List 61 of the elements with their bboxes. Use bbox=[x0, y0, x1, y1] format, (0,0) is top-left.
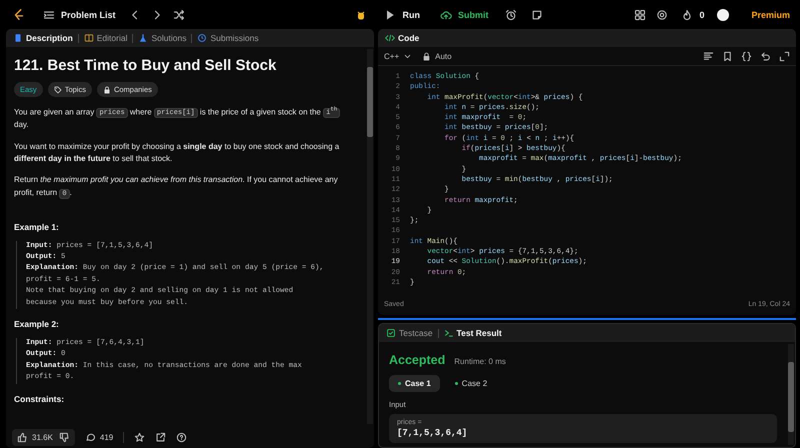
terminal-icon bbox=[444, 328, 454, 338]
share-icon[interactable] bbox=[155, 432, 166, 442]
expand-icon[interactable] bbox=[779, 50, 790, 62]
run-button[interactable]: Run bbox=[381, 6, 423, 22]
help-icon[interactable] bbox=[176, 432, 188, 442]
shuffle-icon[interactable] bbox=[172, 8, 185, 20]
logo-icon[interactable] bbox=[12, 8, 26, 22]
list-icon bbox=[43, 8, 55, 20]
streak-button[interactable]: 0 bbox=[678, 6, 708, 22]
runtime-text: Runtime: 0 ms bbox=[454, 357, 506, 366]
layout-icon[interactable] bbox=[634, 8, 646, 20]
problem-statement: You want to maximize your profit by choosing a single day to buy one stock and choosing a different day in the future to sell that stock. bbox=[14, 140, 340, 165]
flame-icon bbox=[681, 8, 694, 20]
verdict-text: Accepted bbox=[389, 353, 446, 367]
clock-icon bbox=[197, 33, 208, 43]
panel-tab[interactable]: Editorial bbox=[82, 31, 128, 45]
case-tab[interactable]: Case 1 bbox=[389, 375, 440, 392]
thumbs-down-icon[interactable] bbox=[58, 432, 70, 442]
comment-icon bbox=[84, 432, 96, 442]
tag-icon bbox=[54, 86, 62, 94]
panel-tab[interactable]: Solutions bbox=[137, 31, 188, 45]
flask-icon bbox=[138, 33, 148, 43]
resize-handle[interactable] bbox=[378, 318, 796, 320]
scrollbar[interactable] bbox=[367, 49, 373, 424]
language-dropdown[interactable]: C++ bbox=[384, 52, 412, 60]
cloud-upload-icon bbox=[440, 8, 452, 20]
avatar[interactable] bbox=[717, 8, 730, 20]
panel-tab[interactable]: Description bbox=[12, 31, 74, 45]
premium-link[interactable]: Premium bbox=[751, 10, 790, 20]
panel-tab[interactable]: Code bbox=[384, 31, 420, 45]
undo-icon[interactable] bbox=[760, 50, 771, 62]
book-icon bbox=[84, 33, 94, 43]
auto-mode-button[interactable]: Auto bbox=[422, 52, 452, 60]
braces-icon[interactable] bbox=[741, 50, 752, 62]
checkbox-icon bbox=[386, 328, 396, 338]
lock-icon bbox=[422, 52, 432, 60]
star-icon[interactable] bbox=[134, 432, 146, 442]
example-heading: Example 1: bbox=[14, 222, 60, 232]
input-value: [7,1,5,3,6,4] bbox=[397, 428, 468, 438]
problem-title: 121. Best Time to Buy and Sell Stock bbox=[14, 57, 278, 74]
bug-icon[interactable] bbox=[355, 8, 368, 20]
play-icon bbox=[384, 8, 396, 20]
code-icon bbox=[385, 33, 395, 43]
document-icon bbox=[13, 33, 23, 43]
panel-tab[interactable]: Testcase bbox=[385, 326, 434, 340]
thumbs-up-icon bbox=[17, 432, 28, 442]
format-icon[interactable] bbox=[703, 50, 714, 62]
note-icon[interactable] bbox=[531, 8, 544, 20]
scrollbar[interactable] bbox=[788, 344, 794, 445]
constraints-heading: Constraints: bbox=[14, 394, 66, 404]
case-tab[interactable]: Case 2 bbox=[446, 375, 496, 392]
lock-icon bbox=[102, 86, 111, 94]
alarm-clock-icon[interactable] bbox=[505, 8, 518, 20]
like-button[interactable]: 31.6K bbox=[17, 432, 53, 442]
comments-button[interactable]: 419 bbox=[84, 432, 114, 442]
panel-tab[interactable]: Test Result bbox=[442, 326, 503, 340]
problem-list-button[interactable]: Problem List bbox=[40, 6, 119, 22]
submit-button[interactable]: Submit bbox=[436, 6, 492, 22]
example-heading: Example 2: bbox=[14, 319, 60, 330]
panel-tab[interactable]: Submissions bbox=[196, 31, 260, 45]
bookmark-icon[interactable] bbox=[722, 50, 733, 62]
